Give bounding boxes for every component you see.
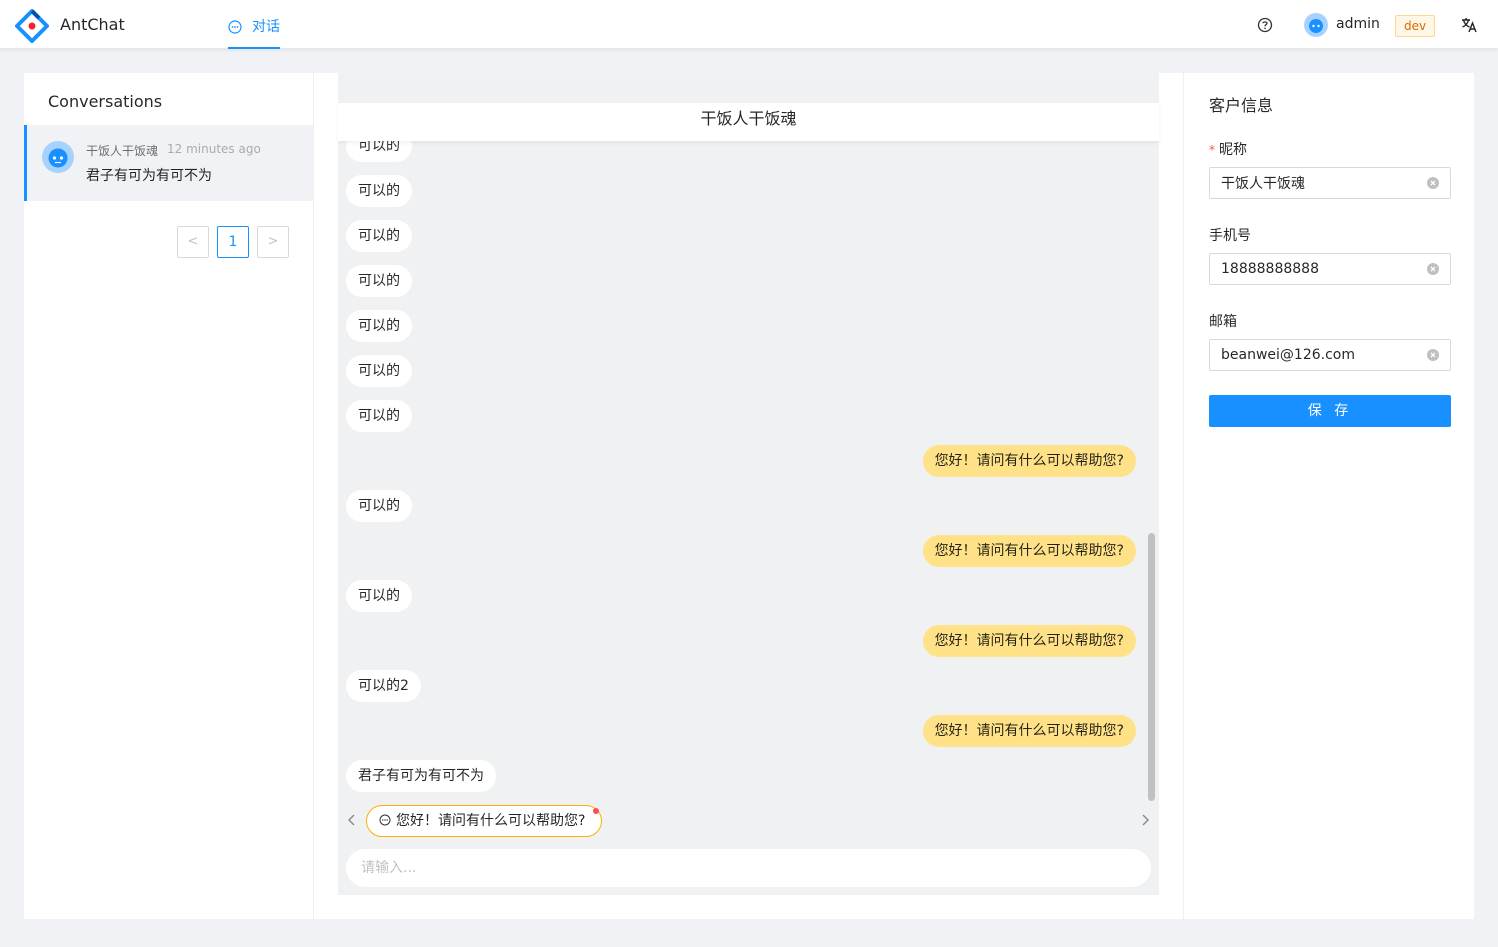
conversation-time: 12 minutes ago — [167, 142, 261, 156]
message-scrollbar-thumb[interactable] — [1148, 533, 1155, 801]
nickname-label: * 昵称 — [1209, 142, 1247, 158]
customer-message-bubble: 可以的 — [346, 400, 412, 432]
close-circle-icon[interactable] — [1427, 349, 1439, 361]
chat-message-input[interactable] — [346, 849, 1151, 887]
user-name[interactable]: admin — [1336, 16, 1380, 32]
env-tag: dev — [1395, 15, 1436, 37]
quick-reply-bar: 您好！请问有什么可以帮助您? — [338, 803, 1159, 839]
email-label: 邮箱 — [1209, 314, 1237, 330]
customer-message-bubble: 可以的 — [346, 490, 412, 522]
customer-message-bubble: 可以的 — [346, 580, 412, 612]
robot-avatar-icon[interactable] — [1304, 13, 1328, 37]
nickname-input[interactable] — [1210, 168, 1420, 198]
brand-name[interactable]: AntChat — [60, 15, 125, 34]
chevron-left-icon[interactable] — [346, 813, 358, 827]
customer-message-bubble: 可以的 — [346, 355, 412, 387]
email-field[interactable] — [1209, 339, 1451, 371]
close-circle-icon[interactable] — [1427, 263, 1439, 275]
pagination-page-1[interactable]: 1 — [217, 226, 249, 258]
phone-label: 手机号 — [1209, 228, 1251, 244]
chat-title: 干饭人干饭魂 — [338, 103, 1159, 141]
nickname-field[interactable] — [1209, 167, 1451, 199]
chat-panel: 干饭人干饭魂 可以的 可以的 可以的 可以的 可以的 可以的 可以的 您好！请问有什么可以帮助… — [338, 73, 1159, 895]
pagination-prev-button[interactable]: < — [177, 226, 209, 258]
required-mark: * — [1209, 143, 1215, 157]
phone-field[interactable] — [1209, 253, 1451, 285]
email-input[interactable] — [1210, 340, 1420, 370]
customer-message-bubble: 君子有可为有可不为 — [346, 760, 496, 792]
customer-info-title: 客户信息 — [1209, 96, 1274, 115]
main-content: Conversations 干饭人干饭魂 12 minutes ago 君子有可… — [24, 73, 1474, 919]
chevron-right-icon[interactable] — [1139, 813, 1151, 827]
customer-message-bubble: 可以的 — [346, 141, 412, 162]
robot-avatar-icon — [42, 141, 74, 173]
conversation-list-panel: Conversations 干饭人干饭魂 12 minutes ago 君子有可… — [24, 73, 314, 919]
phone-input[interactable] — [1210, 254, 1420, 284]
close-circle-icon[interactable] — [1427, 177, 1439, 189]
top-header: AntChat 对话 admin dev — [0, 0, 1498, 49]
conversation-item[interactable]: 干饭人干饭魂 12 minutes ago 君子有可为有可不为 — [24, 125, 313, 201]
customer-message-bubble: 可以的 — [346, 220, 412, 252]
customer-message-bubble: 可以的2 — [346, 670, 421, 702]
customer-message-bubble: 可以的 — [346, 310, 412, 342]
quick-reply-text: 您好！请问有什么可以帮助您? — [396, 813, 586, 829]
pagination-next-button[interactable]: > — [257, 226, 289, 258]
agent-message-bubble: 您好！请问有什么可以帮助您? — [922, 445, 1136, 477]
agent-message-bubble: 您好！请问有什么可以帮助您? — [922, 715, 1136, 747]
save-button[interactable]: 保 存 — [1209, 395, 1451, 427]
translate-icon[interactable] — [1460, 16, 1478, 34]
agent-message-bubble: 您好！请问有什么可以帮助您? — [922, 625, 1136, 657]
message-icon — [228, 20, 242, 34]
conversation-name: 干饭人干饭魂 — [86, 144, 159, 158]
customer-info-panel: 客户信息 *昵称 手机号 邮箱 保 存 — [1183, 73, 1474, 919]
customer-message-bubble: 可以的 — [346, 175, 412, 207]
conversation-last-message: 君子有可为有可不为 — [86, 168, 212, 184]
message-list[interactable]: 可以的 可以的 可以的 可以的 可以的 可以的 可以的 您好！请问有什么可以帮助您? 可以的 您好… — [338, 141, 1145, 801]
message-icon — [379, 814, 391, 826]
antchat-logo-icon[interactable] — [15, 9, 49, 43]
quick-reply-chip[interactable]: 您好！请问有什么可以帮助您? — [366, 805, 603, 837]
new-dot-badge — [593, 808, 600, 814]
nav-tab-label: 对话 — [252, 19, 280, 35]
conversations-title: Conversations — [48, 92, 163, 111]
agent-message-bubble: 您好！请问有什么可以帮助您? — [922, 535, 1136, 567]
nav-tab-conversations[interactable]: 对话 — [228, 0, 280, 49]
customer-message-bubble: 可以的 — [346, 265, 412, 297]
question-circle-icon[interactable] — [1257, 17, 1273, 33]
